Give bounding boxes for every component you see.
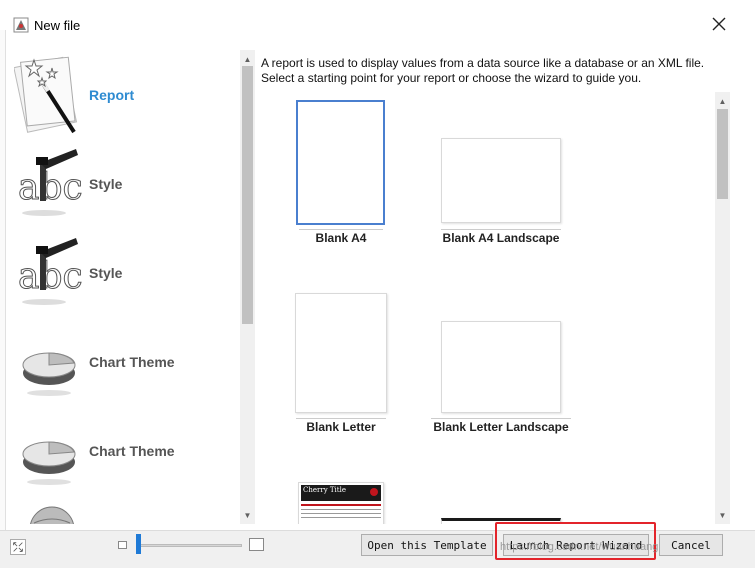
scroll-up-arrow-icon[interactable]: ▲ xyxy=(715,94,730,108)
close-icon[interactable] xyxy=(711,16,727,32)
template-thumbnail[interactable] xyxy=(441,138,561,223)
open-template-button[interactable]: Open this Template xyxy=(361,534,493,556)
type-item-style[interactable]: abc Style xyxy=(6,139,240,228)
type-label-chart-theme: Chart Theme xyxy=(89,354,175,370)
pie-chart-icon xyxy=(22,441,76,485)
cherry-header-band: Cherry Title xyxy=(301,485,381,501)
cancel-button[interactable]: Cancel xyxy=(659,534,723,556)
type-label-chart-theme-2: Chart Theme xyxy=(89,443,175,459)
pie-chart-icon xyxy=(22,352,76,396)
type-item-report[interactable]: Report xyxy=(6,50,240,139)
report-description: A report is used to display values from … xyxy=(261,56,705,85)
cherry-rows xyxy=(301,509,381,510)
type-item-chart-theme[interactable]: Chart Theme xyxy=(6,317,240,406)
svg-text:abc: abc xyxy=(18,256,83,297)
watermark: https://blog.csdn.net/wuanhuang xyxy=(500,541,659,553)
svg-text:abc: abc xyxy=(18,167,83,208)
template-label: Blank A4 xyxy=(315,231,367,245)
scroll-down-arrow-icon[interactable]: ▼ xyxy=(240,508,255,522)
zoom-slider-handle[interactable] xyxy=(136,534,141,554)
type-item-style-2[interactable]: abc Style xyxy=(6,228,240,317)
type-item-partial[interactable] xyxy=(6,495,240,524)
style-brush-abc-icon: abc xyxy=(18,149,83,216)
template-thumbnail[interactable] xyxy=(295,293,387,413)
file-type-list: Report abc Style abc Style Chart Theme C… xyxy=(6,50,240,524)
zoom-slider-track[interactable] xyxy=(136,544,242,547)
type-label-report: Report xyxy=(89,87,135,103)
style-brush-abc-icon: abc xyxy=(18,238,83,305)
scrollbar-thumb[interactable] xyxy=(242,66,253,324)
zoom-small-icon[interactable] xyxy=(118,541,127,549)
template-thumbnail[interactable] xyxy=(296,100,385,225)
jaspersoft-app-icon xyxy=(13,17,29,33)
scroll-up-arrow-icon[interactable]: ▲ xyxy=(240,52,255,66)
template-panel: A report is used to display values from … xyxy=(256,50,714,524)
template-label: Blank Letter Landscape xyxy=(433,420,569,434)
template-label: Blank A4 Landscape xyxy=(442,231,560,245)
cherry-rows xyxy=(301,513,381,514)
cherry-rows xyxy=(301,517,381,518)
template-underline xyxy=(296,418,386,419)
zoom-large-icon[interactable] xyxy=(249,538,264,551)
title-bar: New file xyxy=(0,0,755,50)
report-wand-icon xyxy=(14,56,78,134)
cherry-title-text: Cherry Title xyxy=(303,486,346,494)
cherry-icon xyxy=(370,488,378,496)
type-label-style-2: Style xyxy=(89,265,123,281)
template-underline xyxy=(441,229,561,230)
cherry-rows xyxy=(301,504,381,506)
template-underline xyxy=(431,418,571,419)
type-item-chart-theme-2[interactable]: Chart Theme xyxy=(6,406,240,495)
globe-icon xyxy=(30,506,74,524)
window-title: New file xyxy=(34,18,81,33)
template-thumbnail[interactable]: Cherry Title xyxy=(298,482,384,524)
template-panel-scrollbar[interactable]: ▲ ▼ xyxy=(715,92,730,524)
scroll-down-arrow-icon[interactable]: ▼ xyxy=(715,508,730,522)
template-label: Blank Letter xyxy=(306,420,376,434)
template-thumbnail[interactable] xyxy=(441,321,561,413)
type-list-scrollbar[interactable]: ▲ ▼ xyxy=(240,50,255,524)
expand-icon[interactable] xyxy=(10,539,26,555)
type-label-style: Style xyxy=(89,176,123,192)
template-underline xyxy=(299,229,383,230)
scrollbar-thumb[interactable] xyxy=(717,109,728,199)
